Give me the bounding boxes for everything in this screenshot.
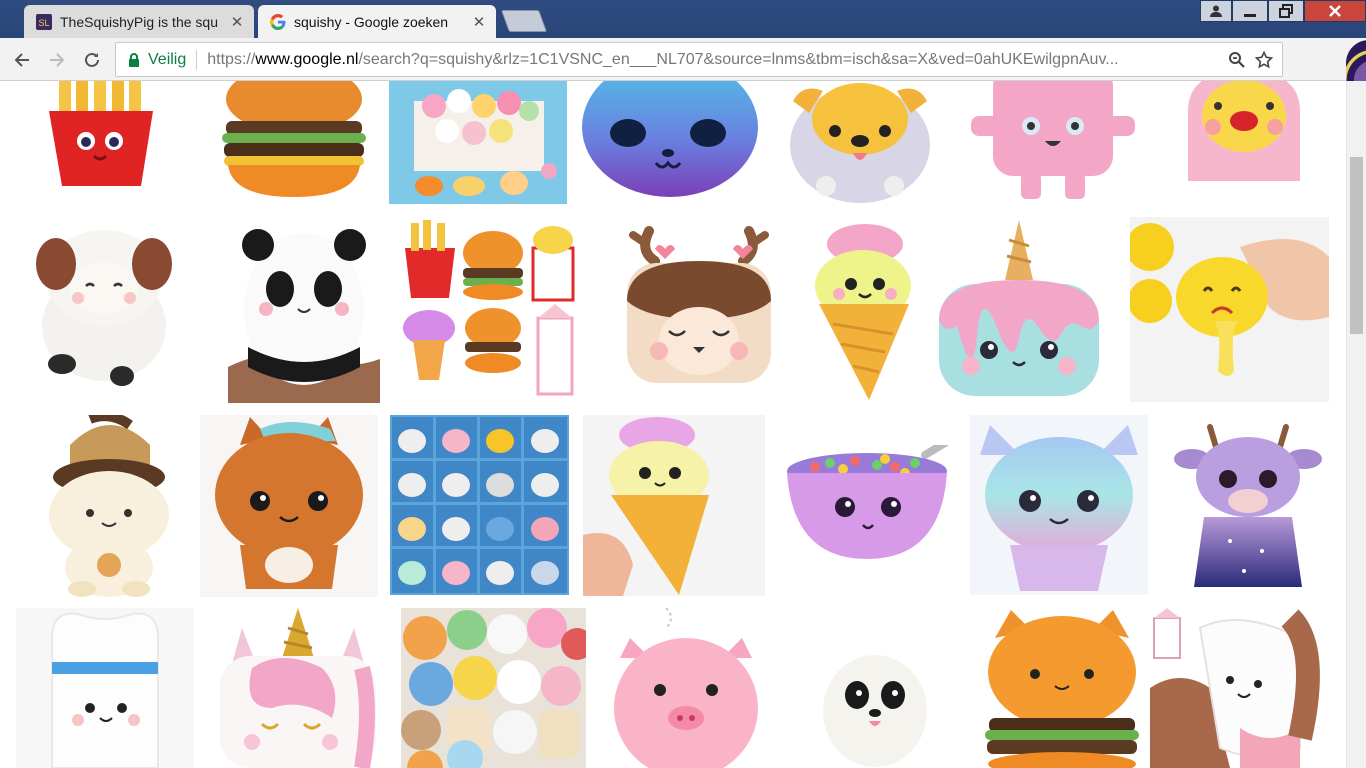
image-result[interactable] xyxy=(1130,217,1329,402)
image-result[interactable] xyxy=(580,81,761,199)
new-tab-button[interactable] xyxy=(500,10,548,32)
fast-food-squishy-set-image xyxy=(393,218,586,401)
back-arrow-icon xyxy=(14,53,29,67)
title-bar: SL TheSquishyPig is the squ ✕ squishy - … xyxy=(0,0,1366,38)
image-result[interactable] xyxy=(983,608,1141,768)
image-result[interactable] xyxy=(1150,608,1330,768)
pink-toast-character-squishy-image xyxy=(963,81,1143,206)
sheep-squishy-image xyxy=(18,216,190,396)
image-result[interactable] xyxy=(210,81,378,201)
back-button[interactable] xyxy=(8,46,36,74)
image-result[interactable] xyxy=(929,220,1109,402)
maximize-button[interactable] xyxy=(1268,0,1304,22)
unicorn-cake-squishy-white-image xyxy=(212,608,384,768)
yellow-egg-yolk-squeeze-toy-image xyxy=(1130,217,1329,402)
magnifier-icon xyxy=(1229,51,1245,68)
image-result[interactable] xyxy=(200,415,378,597)
tab-close-icon[interactable]: ✕ xyxy=(228,13,246,31)
panda-bun-squishy-image xyxy=(821,651,929,768)
image-result[interactable] xyxy=(583,415,765,596)
image-result[interactable] xyxy=(18,216,190,396)
panda-egg-squishy-in-hand-image xyxy=(228,217,380,403)
restore-icon xyxy=(1279,4,1293,18)
image-result[interactable] xyxy=(212,608,384,768)
pastel-cat-squishy-image xyxy=(970,415,1148,595)
hamburger-squishy-image xyxy=(210,81,378,201)
zoom-button[interactable] xyxy=(1224,47,1250,73)
image-result[interactable] xyxy=(771,81,949,204)
ice-cream-cone-squishy-image xyxy=(813,224,915,400)
tab-thesquishypig[interactable]: SL TheSquishyPig is the squ ✕ xyxy=(24,5,254,38)
image-result[interactable] xyxy=(963,81,1143,206)
browser-toolbar: Veilig https://www.google.nl/search?q=sq… xyxy=(0,38,1366,113)
cat-burger-squishy-image xyxy=(983,608,1141,768)
panda-galaxy-bun-squishy-image xyxy=(580,81,761,199)
close-window-button[interactable] xyxy=(1304,0,1366,22)
image-result[interactable] xyxy=(16,608,194,768)
scrollbar-thumb[interactable] xyxy=(1350,157,1363,334)
image-result[interactable] xyxy=(1170,421,1326,591)
security-label: Veilig xyxy=(148,50,187,68)
image-result[interactable] xyxy=(606,608,766,768)
minimize-icon xyxy=(1244,14,1256,17)
reload-button[interactable] xyxy=(78,46,106,74)
reload-icon xyxy=(85,52,99,67)
image-result[interactable] xyxy=(785,445,951,560)
forward-button[interactable] xyxy=(43,46,71,74)
image-result[interactable] xyxy=(401,608,586,768)
user-icon xyxy=(1210,5,1222,17)
lock-icon xyxy=(129,52,139,67)
squishypig-favicon: SL xyxy=(36,13,52,30)
image-result[interactable] xyxy=(813,224,915,400)
ice-cream-squishy-in-hand-image xyxy=(583,415,765,596)
image-result[interactable] xyxy=(619,221,779,389)
tab-title: squishy - Google zoeken xyxy=(294,13,449,30)
bookmark-button[interactable] xyxy=(1250,47,1278,73)
mochi-squishy-grid-image xyxy=(390,415,569,595)
minimize-button[interactable] xyxy=(1232,0,1268,22)
image-result[interactable] xyxy=(389,81,567,204)
assorted-squishies-pile-image xyxy=(401,608,586,768)
image-result[interactable] xyxy=(30,415,188,597)
image-result[interactable] xyxy=(14,81,186,186)
tooth-squishy-image xyxy=(16,608,194,768)
google-g-icon xyxy=(270,13,286,30)
star-icon xyxy=(1255,50,1273,68)
image-result[interactable] xyxy=(1158,81,1330,181)
duck-lips-squishy-image xyxy=(1158,81,1330,181)
french-fries-squishy-image xyxy=(14,81,186,186)
svg-text:SL: SL xyxy=(38,18,49,28)
image-result[interactable] xyxy=(970,415,1148,595)
pink-pig-squishy-image xyxy=(606,608,766,768)
bear-hat-squishy-image xyxy=(30,415,188,597)
galaxy-deer-squishy-image xyxy=(1170,421,1326,591)
close-icon xyxy=(1329,5,1341,17)
cereal-bowl-squishy-image xyxy=(785,445,951,560)
address-bar[interactable]: Veilig https://www.google.nl/search?q=sq… xyxy=(115,42,1283,77)
url-text[interactable]: https://www.google.nl/search?q=squishy&r… xyxy=(207,51,1224,69)
cat-squishy-image xyxy=(200,415,378,597)
tab-google-search[interactable]: squishy - Google zoeken ✕ xyxy=(258,5,496,38)
squishy-box-collection-image xyxy=(389,81,567,204)
image-results-grid xyxy=(0,81,1346,768)
dog-squishy-image xyxy=(771,81,949,204)
forward-arrow-icon xyxy=(50,53,65,67)
image-result[interactable] xyxy=(228,217,380,403)
tab-title: TheSquishyPig is the squ xyxy=(60,13,218,30)
milk-carton-squishy-in-hand-image xyxy=(1150,608,1330,768)
deer-cake-squishy-image xyxy=(619,221,779,389)
image-result[interactable] xyxy=(390,415,569,595)
image-result[interactable] xyxy=(821,651,929,768)
tab-close-icon[interactable]: ✕ xyxy=(470,13,488,31)
unicorn-cake-squishy-image xyxy=(929,220,1109,402)
address-divider xyxy=(196,49,198,70)
vertical-scrollbar[interactable] xyxy=(1346,81,1366,768)
image-result[interactable] xyxy=(393,218,586,401)
profile-button[interactable] xyxy=(1200,0,1232,22)
